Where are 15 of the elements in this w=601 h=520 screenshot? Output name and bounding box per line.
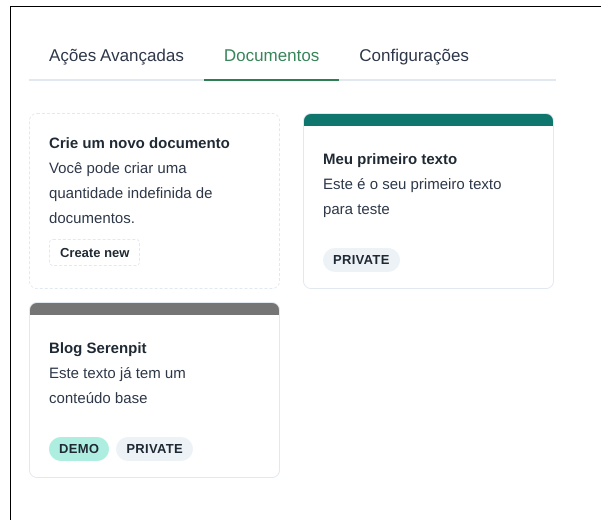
card-title: Meu primeiro texto — [323, 150, 458, 170]
card-title: Crie um novo documento — [49, 134, 231, 154]
tag: DEMO — [49, 437, 110, 460]
tag: PRIVATE — [323, 248, 400, 272]
card-title: Blog Serenpit — [49, 338, 148, 358]
card-description: Este texto já tem um conteúdo base — [49, 364, 187, 408]
document-card[interactable]: Meu primeiro texto Este é o seu primeiro texto para teste PRIVATE — [303, 112, 554, 288]
tab[interactable]: Ações Avançadas — [29, 43, 204, 80]
tab[interactable]: Configurações — [339, 43, 489, 80]
create-new-button[interactable]: Create new — [49, 238, 140, 266]
document-card[interactable]: Blog Serenpit Este texto já tem um conteúdo base DEMO PRIVATE — [29, 302, 280, 478]
card-description: Você pode criar uma quantidade indefinida de documentos. — [49, 158, 214, 228]
tag: PRIVATE — [116, 437, 193, 460]
tab[interactable]: Documentos — [204, 43, 340, 80]
card-description: Este é o seu primeiro texto para teste — [323, 174, 502, 220]
